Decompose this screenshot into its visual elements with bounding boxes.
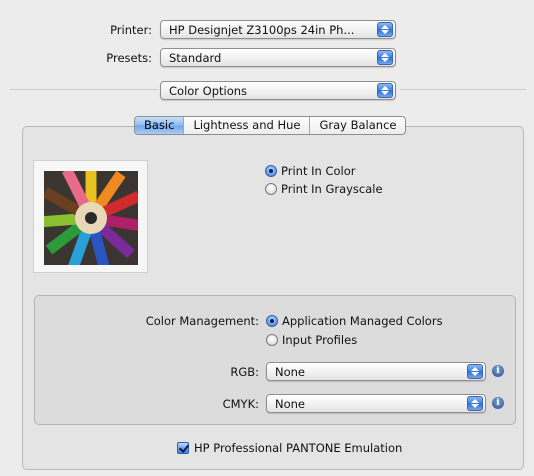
printer-popup[interactable]: HP Designjet Z3100ps 24in Ph...	[160, 20, 396, 39]
color-management-label: Color Management:	[145, 314, 259, 328]
color-pencils-preview	[44, 171, 138, 265]
rgb-popup[interactable]: None	[266, 362, 486, 381]
checkmark-icon	[177, 442, 189, 454]
print-in-color-radio[interactable]: Print In Color	[265, 164, 355, 178]
info-icon[interactable]: i	[492, 397, 504, 409]
tab-basic[interactable]: Basic	[135, 117, 185, 134]
separator	[10, 89, 158, 90]
radio-unselected-icon	[266, 334, 278, 346]
pantone-emulation-checkbox[interactable]: HP Professional PANTONE Emulation	[177, 441, 402, 455]
printer-label: Printer:	[110, 23, 152, 37]
rgb-value: None	[275, 365, 306, 379]
input-profiles-label: Input Profiles	[282, 333, 358, 347]
cmyk-label: CMYK:	[222, 397, 259, 411]
application-managed-colors-label: Application Managed Colors	[282, 314, 443, 328]
presets-label: Presets:	[106, 51, 152, 65]
print-in-grayscale-radio[interactable]: Print In Grayscale	[265, 182, 383, 196]
presets-popup[interactable]: Standard	[160, 48, 396, 67]
cmyk-popup[interactable]: None	[266, 394, 486, 413]
presets-value: Standard	[169, 51, 222, 65]
cmyk-value: None	[275, 397, 306, 411]
print-in-grayscale-label: Print In Grayscale	[281, 182, 383, 196]
tab-bar: Basic Lightness and Hue Gray Balance	[134, 116, 407, 135]
pantone-emulation-label: HP Professional PANTONE Emulation	[194, 441, 403, 455]
preview-frame	[33, 160, 148, 273]
radio-selected-icon	[265, 165, 277, 177]
tab-gray-balance[interactable]: Gray Balance	[310, 117, 405, 134]
updown-arrows-icon	[377, 22, 393, 37]
tab-lightness-and-hue[interactable]: Lightness and Hue	[184, 117, 311, 134]
application-managed-colors-radio[interactable]: Application Managed Colors	[266, 314, 443, 328]
updown-arrows-icon	[377, 50, 393, 65]
input-profiles-radio[interactable]: Input Profiles	[266, 333, 357, 347]
updown-arrows-icon	[467, 364, 483, 379]
radio-selected-icon	[266, 315, 278, 327]
radio-unselected-icon	[265, 183, 277, 195]
updown-arrows-icon	[467, 396, 483, 411]
rgb-label: RGB:	[230, 365, 259, 379]
updown-arrows-icon	[377, 83, 393, 98]
printer-value: HP Designjet Z3100ps 24in Ph...	[169, 23, 355, 37]
separator	[400, 89, 526, 90]
pane-value: Color Options	[169, 84, 248, 98]
print-in-color-label: Print In Color	[281, 164, 356, 178]
pane-popup[interactable]: Color Options	[160, 81, 396, 100]
info-icon[interactable]: i	[492, 365, 504, 377]
